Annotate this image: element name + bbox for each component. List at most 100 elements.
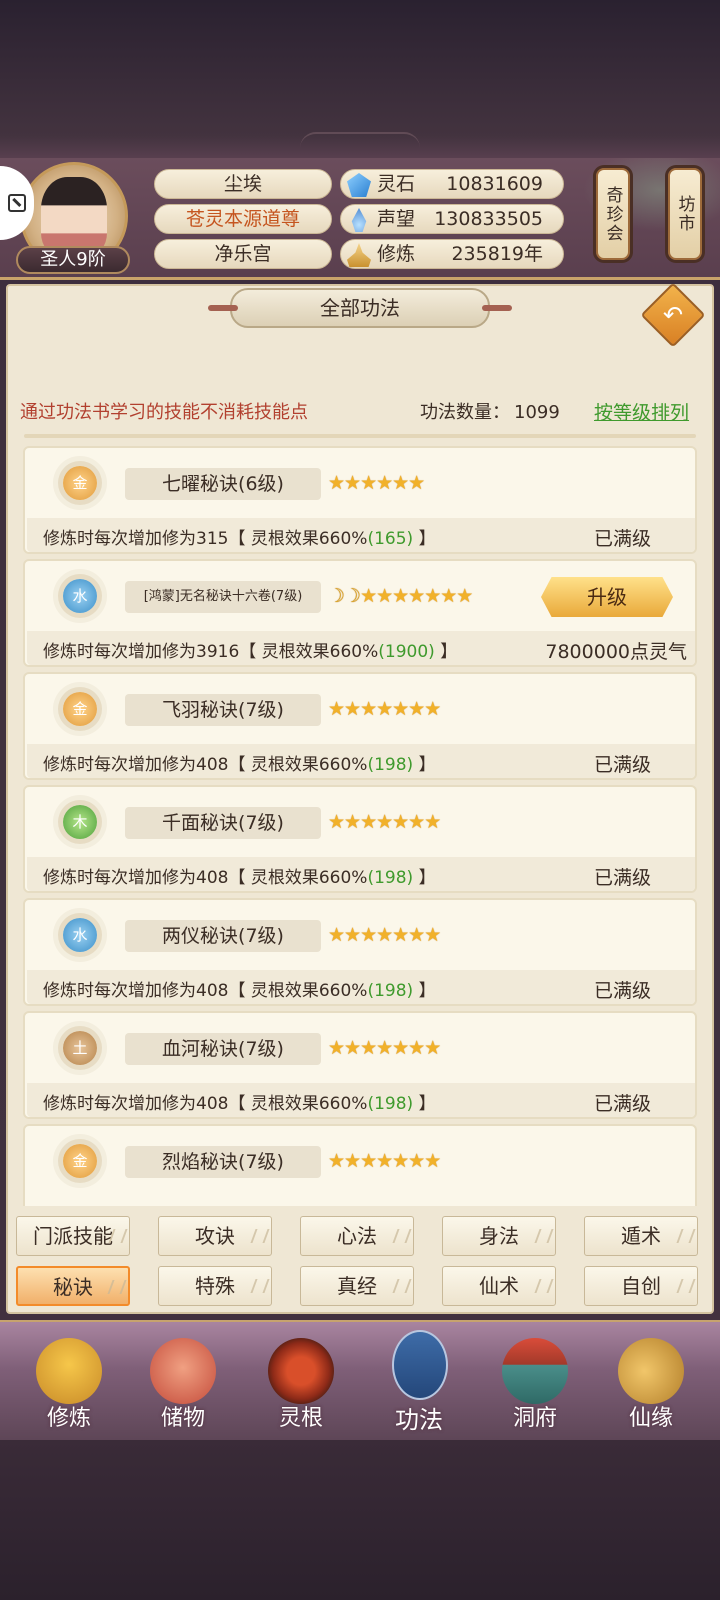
skill-description: 修炼时每次增加修为408【 灵根效果660%(198) 】 bbox=[43, 863, 436, 888]
nav-immortal-fate[interactable]: 仙缘 bbox=[596, 1322, 706, 1442]
nav-spirit-root[interactable]: 灵根 bbox=[246, 1322, 356, 1442]
top-ornament bbox=[300, 132, 420, 148]
desc-bonus: (198) bbox=[367, 755, 414, 775]
top-background bbox=[0, 0, 720, 160]
element-badge: 金 bbox=[63, 1144, 97, 1178]
tab-self-created[interactable]: 自创 bbox=[584, 1266, 698, 1306]
stat-value: 235819年 bbox=[451, 243, 543, 265]
star-rating: ★★★★★★★ bbox=[328, 1037, 441, 1059]
desc-end: 】 bbox=[413, 981, 436, 1001]
skill-count-label: 功法数量： bbox=[420, 402, 510, 423]
desc-end: 】 bbox=[413, 1094, 436, 1114]
notice-text: 通过功法书学习的技能不消耗技能点 bbox=[20, 402, 308, 423]
skill-description: 修炼时每次增加修为408【 灵根效果660%(198) 】 bbox=[43, 750, 436, 775]
desc-bonus: (198) bbox=[367, 1094, 414, 1114]
skill-card[interactable]: 金 烈焰秘诀(7级) ★★★★★★★ bbox=[23, 1124, 697, 1206]
list-top-divider bbox=[24, 434, 696, 438]
skill-description: 修炼时每次增加修为408【 灵根效果660%(198) 】 bbox=[43, 976, 436, 1001]
desc-bonus: (1900) bbox=[378, 642, 435, 662]
skill-count: 功法数量： 1099 bbox=[416, 398, 560, 424]
stat-value: 130833505 bbox=[434, 208, 543, 230]
rank-badge: 圣人9阶 bbox=[16, 246, 130, 274]
skill-name: 烈焰秘诀(7级) bbox=[125, 1146, 321, 1178]
nav-label: 仙缘 bbox=[628, 1406, 673, 1431]
star-rating: ★★★★★★ bbox=[328, 472, 425, 494]
skill-book-icon bbox=[392, 1330, 448, 1400]
tab-mind-method[interactable]: 心法 bbox=[300, 1216, 414, 1256]
desc-bonus: (198) bbox=[367, 981, 414, 1001]
nav-label: 灵根 bbox=[278, 1406, 323, 1431]
skill-status: 已满级 bbox=[593, 867, 651, 889]
stat-value: 10831609 bbox=[446, 173, 543, 195]
upgrade-button[interactable]: 升级 bbox=[541, 577, 673, 617]
sort-by-level-link[interactable]: 按等级排列 bbox=[594, 398, 689, 425]
skill-card[interactable]: 水 [鸿蒙]无名秘诀十六卷(7级) ☽☽★★★★★★★ 升级 修炼时每次增加修为… bbox=[23, 559, 697, 667]
skill-status: 已满级 bbox=[593, 754, 651, 776]
cultivate-icon bbox=[36, 1338, 102, 1404]
element-badge: 水 bbox=[63, 579, 97, 613]
stat-label: 声望 bbox=[377, 208, 416, 230]
skill-status: 已满级 bbox=[593, 980, 651, 1002]
bottom-background bbox=[0, 1440, 720, 1600]
skill-status: 已满级 bbox=[593, 1093, 651, 1115]
tab-movement[interactable]: 身法 bbox=[442, 1216, 556, 1256]
skill-description: 修炼时每次增加修为408【 灵根效果660%(198) 】 bbox=[43, 1089, 436, 1114]
skill-card[interactable]: 金 七曜秘诀(6级) ★★★★★★ 修炼时每次增加修为315【 灵根效果660%… bbox=[23, 446, 697, 554]
skill-name: 两仪秘诀(7级) bbox=[125, 920, 321, 952]
tab-sect-skills[interactable]: 门派技能 bbox=[16, 1216, 130, 1256]
skill-description: 修炼时每次增加修为3916【 灵根效果660%(1900) 】 bbox=[43, 637, 457, 662]
market-button[interactable]: 坊市 bbox=[668, 168, 702, 260]
skill-card[interactable]: 金 飞羽秘诀(7级) ★★★★★★★ 修炼时每次增加修为408【 灵根效果660… bbox=[23, 672, 697, 780]
skill-name: 七曜秘诀(6级) bbox=[125, 468, 321, 500]
star-rating: ★★★★★★★ bbox=[328, 811, 441, 833]
tab-escape[interactable]: 遁术 bbox=[584, 1216, 698, 1256]
reputation-icon bbox=[351, 208, 367, 232]
panel-title: 全部功法 bbox=[208, 288, 512, 328]
player-name: 尘埃 bbox=[154, 169, 332, 199]
tab-secret-arts[interactable]: 秘诀 bbox=[16, 1266, 130, 1306]
desc-end: 】 bbox=[413, 529, 436, 549]
skill-card[interactable]: 木 千面秘诀(7级) ★★★★★★★ 修炼时每次增加修为408【 灵根效果660… bbox=[23, 785, 697, 893]
treasure-auction-button[interactable]: 奇珍会 bbox=[596, 168, 630, 260]
star-rating: ★★★★★★★ bbox=[328, 924, 441, 946]
skill-card[interactable]: 土 血河秘诀(7级) ★★★★★★★ 修炼时每次增加修为408【 灵根效果660… bbox=[23, 1011, 697, 1119]
desc-text: 修炼时每次增加修为408【 灵根效果660% bbox=[43, 981, 368, 1001]
nav-label: 修炼 bbox=[46, 1406, 91, 1431]
tab-immortal-arts[interactable]: 仙术 bbox=[442, 1266, 556, 1306]
element-badge: 水 bbox=[63, 918, 97, 952]
nav-cave[interactable]: 洞府 bbox=[480, 1322, 590, 1442]
desc-text: 修炼时每次增加修为315【 灵根效果660% bbox=[43, 529, 368, 549]
desc-bonus: (198) bbox=[367, 868, 414, 888]
stat-cultivation: 修炼 235819年 bbox=[340, 239, 564, 269]
desc-text: 修炼时每次增加修为408【 灵根效果660% bbox=[43, 755, 368, 775]
nav-skills[interactable]: 功法 bbox=[364, 1322, 474, 1442]
immortal-fate-icon bbox=[618, 1338, 684, 1404]
star-rating: ★★★★★★★ bbox=[328, 1150, 441, 1172]
element-badge: 木 bbox=[63, 805, 97, 839]
desc-bonus: (165) bbox=[367, 529, 414, 549]
nav-storage[interactable]: 储物 bbox=[128, 1322, 238, 1442]
desc-end: 】 bbox=[434, 642, 458, 662]
back-arrow-icon: ↶ bbox=[662, 301, 684, 329]
nav-cultivate[interactable]: 修炼 bbox=[14, 1322, 124, 1442]
desc-text: 修炼时每次增加修为408【 灵根效果660% bbox=[43, 1094, 368, 1114]
spirit-stone-icon bbox=[347, 173, 371, 197]
skill-card[interactable]: 水 两仪秘诀(7级) ★★★★★★★ 修炼时每次增加修为408【 灵根效果660… bbox=[23, 898, 697, 1006]
skill-list[interactable]: 金 七曜秘诀(6级) ★★★★★★ 修炼时每次增加修为315【 灵根效果660%… bbox=[23, 446, 699, 1206]
element-badge: 金 bbox=[63, 692, 97, 726]
tab-scriptures[interactable]: 真经 bbox=[300, 1266, 414, 1306]
stat-spirit-stone: 灵石 10831609 bbox=[340, 169, 564, 199]
cave-residence-icon bbox=[502, 1338, 568, 1404]
tab-special[interactable]: 特殊 bbox=[158, 1266, 272, 1306]
desc-text: 修炼时每次增加修为408【 灵根效果660% bbox=[43, 868, 368, 888]
nav-label: 储物 bbox=[160, 1406, 205, 1431]
star-icons: ★★★★★★★ bbox=[360, 585, 473, 607]
element-badge: 土 bbox=[63, 1031, 97, 1065]
skill-count-value: 1099 bbox=[514, 402, 560, 423]
bottom-navigation: 修炼 储物 灵根 功法 洞府 仙缘 bbox=[0, 1320, 720, 1440]
stat-reputation: 声望 130833505 bbox=[340, 204, 564, 234]
tab-attack[interactable]: 攻诀 bbox=[158, 1216, 272, 1256]
storage-bag-icon bbox=[150, 1338, 216, 1404]
element-badge: 金 bbox=[63, 466, 97, 500]
screenshot-icon bbox=[8, 194, 26, 212]
